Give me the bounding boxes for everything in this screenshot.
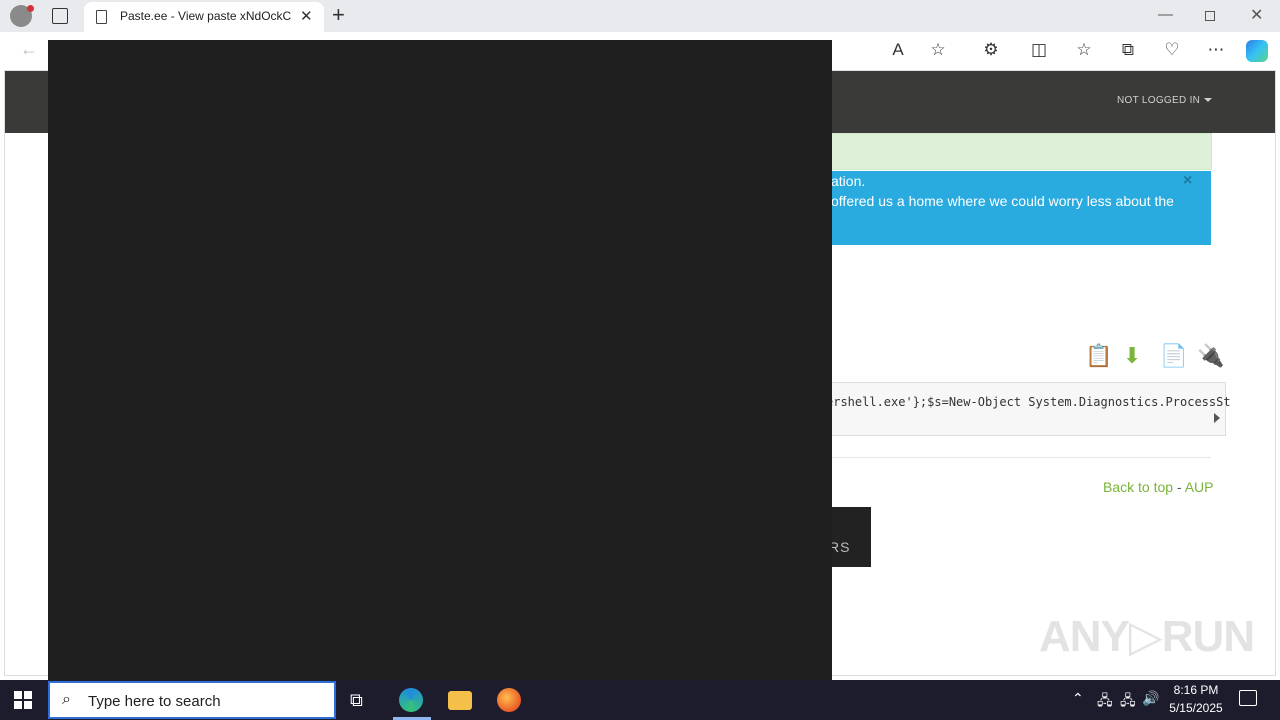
volume-icon[interactable]: 🔊: [1142, 690, 1159, 707]
search-icon: ⌕: [62, 691, 71, 708]
anyrun-watermark: ANY▷RUN: [1039, 612, 1255, 661]
download-icon[interactable]: ⬇: [1123, 343, 1141, 369]
task-view-icon[interactable]: ⧉: [350, 690, 363, 711]
tray-device-icon[interactable]: 🖧: [1097, 690, 1113, 714]
copy-icon[interactable]: 📋: [1085, 343, 1112, 369]
footer-separator: -: [1173, 479, 1185, 495]
browser-essentials-icon[interactable]: ♡: [1161, 40, 1183, 60]
copilot-icon[interactable]: [1246, 40, 1268, 62]
windows-start-icon[interactable]: [14, 691, 32, 709]
tab-title: Paste.ee - View paste xNdOckCu: [120, 9, 292, 23]
favorite-star-icon[interactable]: ☆: [927, 40, 949, 60]
more-menu-icon[interactable]: ⋯: [1205, 40, 1227, 60]
alert-close-icon[interactable]: ×: [1183, 171, 1192, 191]
raw-icon[interactable]: 📄: [1160, 343, 1187, 369]
firefox-icon[interactable]: [497, 688, 521, 712]
clock-time[interactable]: 8:16 PM: [1172, 683, 1220, 697]
notification-center-icon[interactable]: [1239, 690, 1257, 706]
new-tab-icon[interactable]: +: [332, 2, 345, 28]
profile-notification-dot: [27, 5, 34, 12]
network-icon[interactable]: 🖧: [1120, 690, 1136, 714]
plugin-icon[interactable]: 🔌: [1197, 343, 1224, 369]
back-arrow-icon[interactable]: ←: [20, 39, 38, 60]
login-menu-label: NOT LOGGED IN: [1117, 95, 1201, 106]
alert-text-line1: ation.: [831, 173, 866, 189]
collections-icon[interactable]: ⧉: [1117, 40, 1139, 60]
taskbar-search-box[interactable]: ⌕ Type here to search: [48, 681, 336, 719]
code-line: ershell.exe'};$s=New-Object System.Diagn…: [826, 395, 1231, 409]
edge-browser-icon[interactable]: [399, 688, 423, 712]
footer-links: Back to top - AUP: [1103, 479, 1214, 495]
tray-chevron-icon[interactable]: ⌃: [1072, 690, 1084, 707]
file-explorer-icon[interactable]: [448, 691, 472, 710]
tab-actions-icon[interactable]: [52, 8, 68, 24]
search-placeholder: Type here to search: [88, 693, 221, 710]
windows-taskbar: ⌕ Type here to search ⧉ ⌃ 🖧 🖧 🔊 8:16 PM …: [0, 680, 1280, 720]
extensions-icon[interactable]: ⚙: [980, 40, 1002, 60]
active-tab[interactable]: Paste.ee - View paste xNdOckCu ✕: [84, 2, 324, 32]
favorites-icon[interactable]: ☆: [1073, 40, 1095, 60]
login-menu[interactable]: NOT LOGGED IN: [1117, 95, 1213, 106]
dark-overlay-window[interactable]: [48, 40, 832, 680]
alert-text-line2: offered us a home where we could worry l…: [831, 193, 1174, 209]
caret-down-icon: [1204, 98, 1213, 103]
browser-tab-strip: Paste.ee - View paste xNdOckCu ✕ + — ✕: [0, 0, 1280, 32]
clock-date[interactable]: 5/15/2025: [1166, 701, 1226, 715]
dark-banner-text: RS: [829, 539, 851, 555]
aup-link[interactable]: AUP: [1185, 479, 1214, 495]
scroll-right-arrow-icon[interactable]: [1214, 413, 1220, 423]
read-aloud-icon[interactable]: A: [887, 40, 909, 60]
back-to-top-link[interactable]: Back to top: [1103, 479, 1173, 495]
close-window-icon[interactable]: ✕: [1250, 5, 1263, 25]
minimize-icon[interactable]: —: [1158, 6, 1173, 23]
split-screen-icon[interactable]: ◫: [1028, 40, 1050, 60]
restore-icon[interactable]: [1205, 11, 1215, 21]
page-document-icon: [96, 10, 107, 24]
tab-close-icon[interactable]: ✕: [300, 7, 313, 25]
